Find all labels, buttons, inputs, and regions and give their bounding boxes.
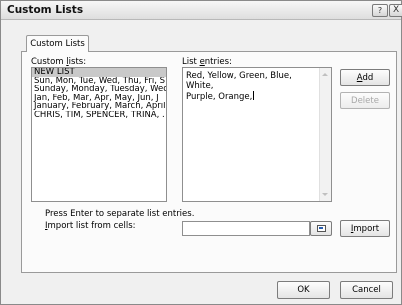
import-label: Import list from cells: <box>45 221 136 231</box>
delete-button[interactable]: Delete <box>340 92 390 109</box>
add-button[interactable]: Add <box>340 69 390 86</box>
tab-custom-lists[interactable]: Custom Lists <box>26 35 89 52</box>
help-icon: ? <box>377 6 383 15</box>
close-icon: X <box>393 5 400 15</box>
list-entries-text: Red, Yellow, Green, Blue, White, Purple,… <box>186 71 292 102</box>
help-button[interactable]: ? <box>372 4 388 17</box>
import-button[interactable]: Import <box>340 220 390 237</box>
list-entries-scrollbar[interactable] <box>319 68 331 201</box>
text-caret <box>253 91 255 100</box>
scroll-up-arrow-icon[interactable] <box>322 73 328 76</box>
separator-hint: Press Enter to separate list entries. <box>45 209 195 219</box>
list-entries-label: List entries: <box>182 57 232 67</box>
list-item[interactable]: Sunday, Monday, Tuesday, Wed <box>32 85 166 94</box>
custom-lists-listbox[interactable]: NEW LIST Sun, Mon, Tue, Wed, Thu, Fri, S… <box>31 67 167 202</box>
custom-lists-label: Custom lists: <box>31 57 87 67</box>
list-entries-textarea[interactable]: Red, Yellow, Green, Blue, White, Purple,… <box>182 67 332 202</box>
collapse-dialog-button[interactable] <box>310 221 332 236</box>
scroll-down-arrow-icon[interactable] <box>322 193 328 196</box>
list-item[interactable]: CHRIS, TIM, SPENCER, TRINA, . <box>32 111 166 120</box>
close-button[interactable]: X <box>389 4 402 17</box>
import-range-input[interactable] <box>182 221 310 236</box>
ok-button[interactable]: OK <box>277 281 330 299</box>
list-item[interactable]: Jan, Feb, Mar, Apr, May, Jun, J <box>32 94 166 103</box>
list-item[interactable]: Sun, Mon, Tue, Wed, Thu, Fri, S <box>32 77 166 86</box>
list-item[interactable]: January, February, March, April <box>32 102 166 111</box>
list-item[interactable]: NEW LIST <box>32 68 166 77</box>
cancel-button[interactable]: Cancel <box>340 281 393 299</box>
title-bar[interactable]: Custom Lists ? X <box>1 1 402 20</box>
custom-lists-dialog: Custom Lists ? X Custom Lists Custom lis… <box>0 0 402 305</box>
window-title: Custom Lists <box>7 4 84 16</box>
collapse-dialog-icon <box>317 225 326 232</box>
